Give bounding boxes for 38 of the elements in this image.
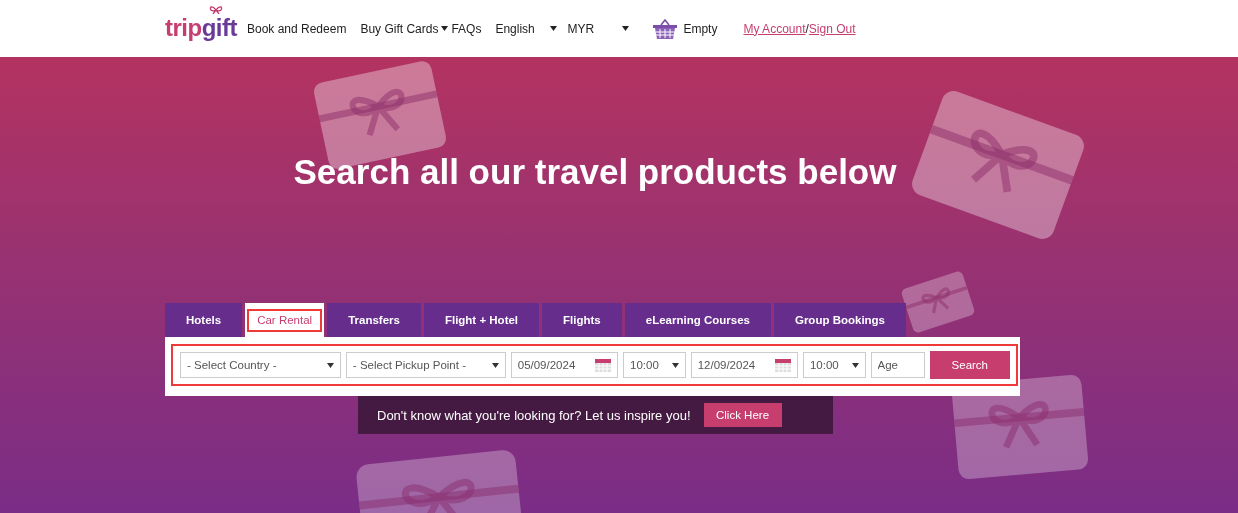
date-field[interactable]: 05/09/2024 [510, 352, 618, 378]
caret-icon [491, 362, 499, 368]
tab[interactable]: Hotels [165, 303, 243, 337]
basket-icon[interactable] [653, 18, 678, 39]
caret-icon [622, 26, 630, 31]
cart-status: Empty [683, 21, 718, 36]
age-field[interactable]: Age [870, 352, 925, 378]
tab[interactable]: Flight + Hotel [423, 303, 540, 337]
tab[interactable]: Flights [542, 303, 622, 337]
nav-dropdown[interactable]: Buy Gift Cards [360, 21, 449, 36]
calendar-icon[interactable] [774, 358, 791, 372]
select-field[interactable]: - Select Country - [180, 352, 341, 378]
header-select[interactable]: English [495, 21, 558, 36]
nav-link[interactable]: Book and Redeem [247, 21, 347, 36]
hero-title: Search all our travel products below [292, 151, 898, 193]
header-select[interactable]: MYR [567, 21, 630, 36]
tab[interactable]: eLearning Courses [624, 303, 771, 337]
account-link[interactable]: My Account [743, 21, 806, 36]
tab[interactable]: Group Bookings [773, 303, 907, 337]
time-select[interactable]: 10:00 [802, 352, 866, 378]
caret-icon [671, 362, 679, 368]
separator: / [805, 21, 809, 36]
caret-icon [550, 26, 558, 31]
logo[interactable]: tripgift [165, 4, 237, 43]
tab[interactable]: Car Rental [245, 303, 325, 337]
caret-icon [326, 362, 334, 368]
date-field[interactable]: 12/09/2024 [690, 352, 798, 378]
caret-icon [441, 26, 449, 31]
nav-link[interactable]: FAQs [451, 21, 482, 36]
sign-out-link[interactable]: Sign Out [808, 21, 856, 36]
calendar-icon[interactable] [595, 358, 611, 372]
tab[interactable]: Transfers [327, 303, 421, 337]
select-field[interactable]: - Select Pickup Point - [345, 352, 506, 378]
caret-icon [851, 362, 859, 368]
search-button[interactable]: Search [929, 351, 1010, 379]
time-select[interactable]: 10:00 [623, 352, 686, 378]
click-here-button[interactable]: Click Here [703, 403, 782, 427]
inspire-text: Don't know what you're looking for? Let us inspire you! [377, 407, 691, 423]
